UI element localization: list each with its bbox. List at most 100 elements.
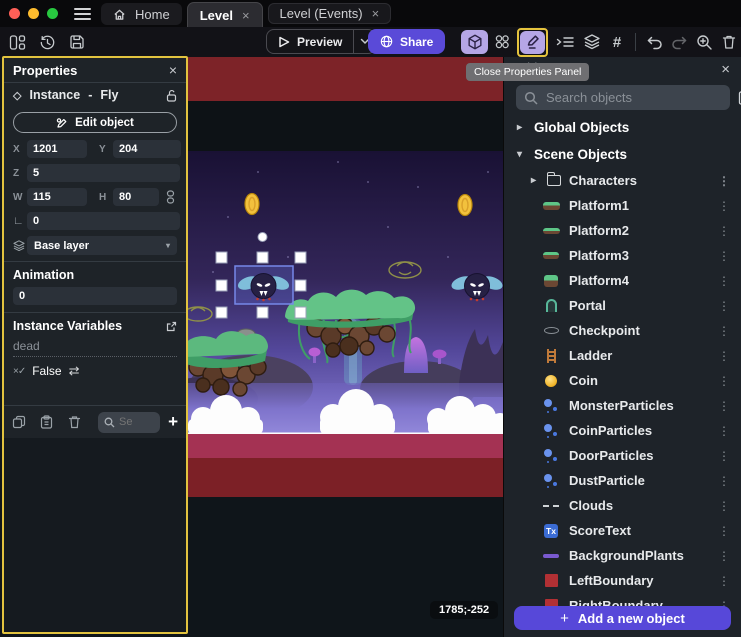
open-variables-icon[interactable] — [166, 321, 177, 332]
close-tab-icon[interactable]: × — [242, 8, 250, 23]
delete-variable-icon[interactable] — [68, 415, 96, 429]
object-row-doorparticles[interactable]: DoorParticles ⋮ — [504, 443, 741, 468]
x-input[interactable] — [27, 140, 87, 158]
top-boundary-band[interactable] — [188, 57, 503, 101]
item-menu-icon[interactable]: ⋮ — [718, 324, 730, 338]
share-button[interactable]: Share — [368, 29, 445, 54]
object-row-monsterparticles[interactable]: MonsterParticles ⋮ — [504, 393, 741, 418]
layers-icon[interactable] — [581, 31, 603, 53]
maximize-window-button[interactable] — [47, 8, 58, 19]
item-menu-icon[interactable]: ⋮ — [718, 299, 730, 313]
object-row-platform1[interactable]: Platform1 ⋮ — [504, 193, 741, 218]
grid-icon[interactable]: # — [606, 31, 628, 53]
coin-icon — [545, 375, 557, 387]
undo-icon[interactable] — [643, 31, 665, 53]
chevron-right-icon[interactable]: ▸ — [517, 122, 525, 133]
item-menu-icon[interactable]: ⋮ — [718, 249, 730, 263]
close-window-button[interactable] — [9, 8, 20, 19]
item-menu-icon[interactable]: ⋮ — [718, 374, 730, 388]
object-row-scoretext[interactable]: ScoreText ⋮ — [504, 518, 741, 543]
chevron-right-icon[interactable]: ▸ — [531, 175, 539, 186]
platform4-icon — [544, 275, 558, 287]
add-new-object-button[interactable]: + Add a new object — [514, 606, 731, 630]
properties-panel-toggle-icon[interactable] — [520, 31, 545, 54]
objects-search-input[interactable] — [546, 90, 722, 105]
objects-panel-toggle-icon[interactable] — [461, 30, 488, 54]
rotation-handle[interactable] — [258, 233, 267, 242]
save-icon[interactable] — [66, 31, 88, 53]
link-dimensions-icon[interactable] — [166, 190, 175, 204]
history-icon[interactable] — [36, 31, 58, 53]
chevron-down-icon[interactable]: ▾ — [517, 149, 525, 160]
paste-icon[interactable] — [40, 415, 68, 429]
add-variable-button[interactable]: + — [168, 412, 178, 432]
tab-home[interactable]: Home — [101, 3, 182, 25]
close-objects-panel-icon[interactable]: × — [721, 61, 730, 78]
angle-input[interactable] — [27, 212, 180, 230]
toggle-value-icon[interactable]: ⇄ — [69, 363, 80, 379]
item-menu-icon[interactable]: ⋮ — [718, 199, 730, 213]
item-menu-icon[interactable]: ⋮ — [718, 399, 730, 413]
panels-layout-icon[interactable] — [6, 31, 28, 53]
variable-value[interactable]: False — [32, 364, 61, 378]
scene-canvas[interactable] — [188, 57, 503, 637]
coin-object[interactable] — [245, 194, 259, 215]
y-input[interactable] — [113, 140, 181, 158]
bottom-boundary-band[interactable] — [188, 458, 503, 497]
trash-icon[interactable] — [718, 31, 740, 53]
zoom-in-icon[interactable] — [693, 31, 715, 53]
width-input[interactable] — [27, 188, 87, 206]
instances-list-icon[interactable] — [552, 31, 578, 53]
variable-name[interactable]: dead — [13, 339, 177, 357]
object-row-platform3[interactable]: Platform3 ⋮ — [504, 243, 741, 268]
item-menu-icon[interactable]: ⋮ — [718, 224, 730, 238]
variables-search[interactable] — [98, 412, 160, 433]
copy-icon[interactable] — [12, 415, 40, 429]
object-row-coinparticles[interactable]: CoinParticles ⋮ — [504, 418, 741, 443]
object-row-clouds[interactable]: Clouds ⋮ — [504, 493, 741, 518]
group-scene-objects[interactable]: ▾ Scene Objects — [504, 141, 741, 168]
coin-object[interactable] — [458, 195, 472, 216]
item-menu-icon[interactable]: ⋮ — [718, 549, 730, 563]
item-menu-icon[interactable]: ⋮ — [718, 349, 730, 363]
edit-object-button[interactable]: Edit object — [13, 112, 177, 133]
object-row-dustparticle[interactable]: DustParticle ⋮ — [504, 468, 741, 493]
close-properties-icon[interactable]: × — [169, 62, 177, 78]
folder-characters[interactable]: ▸ Characters ⋮ — [504, 168, 741, 193]
item-menu-icon[interactable]: ⋮ — [718, 424, 730, 438]
redo-icon[interactable] — [668, 31, 690, 53]
item-menu-icon[interactable]: ⋮ — [718, 174, 730, 188]
item-menu-icon[interactable]: ⋮ — [718, 524, 730, 538]
z-input[interactable] — [27, 164, 180, 182]
objects-search[interactable] — [516, 85, 730, 110]
object-groups-icon[interactable] — [491, 31, 513, 53]
properties-panel-title: Properties — [13, 63, 77, 78]
minimize-window-button[interactable] — [28, 8, 39, 19]
item-menu-icon[interactable]: ⋮ — [718, 499, 730, 513]
layer-select[interactable]: Base layer ▾ — [27, 236, 177, 255]
tab-level-events[interactable]: Level (Events) × — [268, 3, 392, 24]
animation-input[interactable] — [13, 287, 177, 305]
object-row-portal[interactable]: Portal ⋮ — [504, 293, 741, 318]
item-menu-icon[interactable]: ⋮ — [718, 574, 730, 588]
layer-icon — [13, 240, 22, 251]
item-menu-icon[interactable]: ⋮ — [718, 449, 730, 463]
item-menu-icon[interactable]: ⋮ — [718, 274, 730, 288]
ground-band[interactable] — [188, 434, 503, 458]
unlock-icon[interactable] — [166, 89, 177, 102]
item-menu-icon[interactable]: ⋮ — [718, 474, 730, 488]
object-row-backgroundplants[interactable]: BackgroundPlants ⋮ — [504, 543, 741, 568]
object-row-leftboundary[interactable]: LeftBoundary ⋮ — [504, 568, 741, 593]
menu-icon[interactable] — [74, 8, 91, 20]
variables-search-input[interactable] — [119, 416, 145, 428]
height-input[interactable] — [113, 188, 159, 206]
close-tab-icon[interactable]: × — [372, 6, 380, 21]
group-global-objects[interactable]: ▸ Global Objects — [504, 114, 741, 141]
tab-level[interactable]: Level × — [187, 2, 263, 27]
object-row-platform4[interactable]: Platform4 ⋮ — [504, 268, 741, 293]
object-row-platform2[interactable]: Platform2 ⋮ — [504, 218, 741, 243]
object-row-coin[interactable]: Coin ⋮ — [504, 368, 741, 393]
preview-button[interactable]: Preview — [266, 29, 376, 54]
object-row-ladder[interactable]: Ladder ⋮ — [504, 343, 741, 368]
object-row-checkpoint[interactable]: Checkpoint ⋮ — [504, 318, 741, 343]
